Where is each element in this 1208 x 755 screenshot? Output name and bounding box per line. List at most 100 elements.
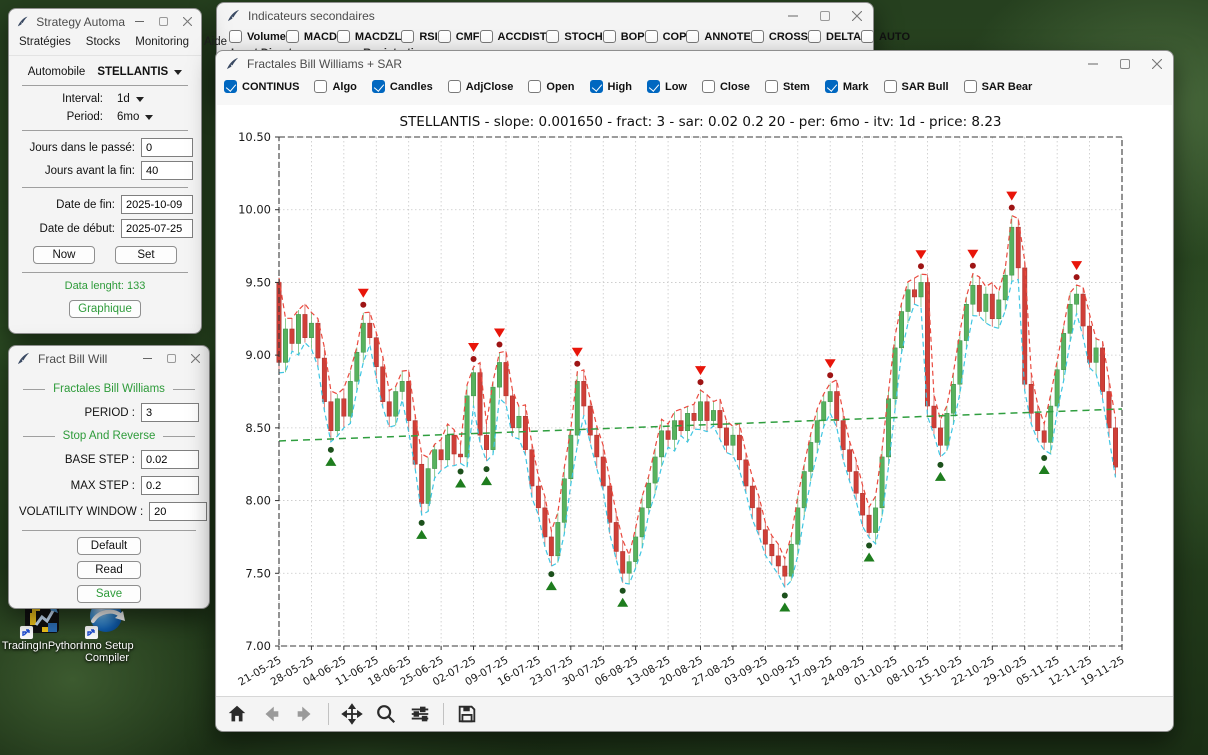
maximize-button[interactable] <box>1119 58 1131 70</box>
checkbox-annote[interactable]: ANNOTE <box>686 30 750 43</box>
menu-stocks[interactable]: Stocks <box>86 36 121 48</box>
chart-titlebar[interactable]: Fractales Bill Williams + SAR <box>216 51 1173 76</box>
checkbox-auto[interactable]: AUTO <box>861 30 910 43</box>
checkbox-adjclose[interactable]: AdjClose <box>448 80 514 93</box>
checkbox-icon[interactable] <box>229 30 242 43</box>
checkbox-icon[interactable] <box>438 30 451 43</box>
maximize-button[interactable] <box>157 16 169 28</box>
checkbox-volume[interactable]: Volume <box>229 30 286 43</box>
checkbox-icon[interactable] <box>825 80 838 93</box>
graphique-button[interactable]: Graphique <box>69 300 141 318</box>
checkbox-icon[interactable] <box>645 30 658 43</box>
checkbox-icon[interactable] <box>861 30 874 43</box>
checkbox-icon[interactable] <box>808 30 821 43</box>
home-icon[interactable] <box>224 701 250 727</box>
minimize-button[interactable] <box>787 10 799 22</box>
minimize-button[interactable] <box>1087 58 1099 70</box>
close-button[interactable] <box>181 16 193 28</box>
max-step-input[interactable] <box>141 476 199 495</box>
date-debut-label: Date de début: <box>17 223 121 235</box>
checkbox-macdzl[interactable]: MACDZL <box>337 30 401 43</box>
minimize-button[interactable] <box>141 353 153 365</box>
jours-passe-input[interactable] <box>141 138 193 157</box>
checkbox-icon[interactable] <box>314 80 327 93</box>
checkbox-cmf[interactable]: CMF <box>438 30 480 43</box>
save-button[interactable]: Save <box>77 585 141 603</box>
base-step-input[interactable] <box>141 450 199 469</box>
maximize-button[interactable] <box>165 353 177 365</box>
pan-icon[interactable] <box>339 701 365 727</box>
shortcut-arrow-icon <box>85 626 98 639</box>
interval-dropdown[interactable]: 1d <box>117 93 193 105</box>
checkbox-icon[interactable] <box>448 80 461 93</box>
checkbox-open[interactable]: Open <box>528 80 574 93</box>
checkbox-icon[interactable] <box>647 80 660 93</box>
checkbox-icon[interactable] <box>686 30 699 43</box>
checkbox-sar-bull[interactable]: SAR Bull <box>884 80 949 93</box>
checkbox-icon[interactable] <box>590 80 603 93</box>
checkbox-macd[interactable]: MACD <box>286 30 337 43</box>
now-button[interactable]: Now <box>33 246 95 264</box>
period-dropdown[interactable]: 6mo <box>117 111 193 123</box>
checkbox-mark[interactable]: Mark <box>825 80 869 93</box>
checkbox-candles[interactable]: Candles <box>372 80 433 93</box>
checkbox-icon[interactable] <box>401 30 414 43</box>
strategy-titlebar[interactable]: Strategy Automat... <box>9 9 201 34</box>
minimize-button[interactable] <box>133 16 145 28</box>
checkbox-icon[interactable] <box>286 30 299 43</box>
checkbox-stoch[interactable]: STOCH <box>546 30 602 43</box>
read-button[interactable]: Read <box>77 561 141 579</box>
checkbox-icon[interactable] <box>702 80 715 93</box>
fract-titlebar[interactable]: Fract Bill Will <box>9 346 209 371</box>
date-fin-input[interactable] <box>121 195 193 214</box>
checkbox-icon[interactable] <box>603 30 616 43</box>
close-button[interactable] <box>1151 58 1163 70</box>
checkbox-icon[interactable] <box>480 30 493 43</box>
set-button[interactable]: Set <box>115 246 177 264</box>
close-button[interactable] <box>189 353 201 365</box>
menu-monitoring[interactable]: Monitoring <box>135 36 189 48</box>
checkbox-icon[interactable] <box>337 30 350 43</box>
checkbox-rsi[interactable]: RSI <box>401 30 437 43</box>
checkbox-continus[interactable]: CONTINUS <box>224 80 299 93</box>
checkbox-delta[interactable]: DELTA <box>808 30 861 43</box>
fract-period-input[interactable] <box>141 403 199 422</box>
chart-canvas[interactable]: STELLANTIS - slope: 0.001650 - fract: 3 … <box>217 105 1172 697</box>
date-debut-input[interactable] <box>121 219 193 238</box>
checkbox-icon[interactable] <box>751 30 764 43</box>
interval-label: Interval: <box>17 93 117 105</box>
checkbox-stem[interactable]: Stem <box>765 80 810 93</box>
forward-icon[interactable] <box>292 701 318 727</box>
checkbox-sar-bear[interactable]: SAR Bear <box>964 80 1033 93</box>
sliders-icon[interactable] <box>407 701 433 727</box>
indicators-titlebar[interactable]: Indicateurs secondaires <box>217 3 873 28</box>
checkbox-icon[interactable] <box>964 80 977 93</box>
checkbox-icon[interactable] <box>224 80 237 93</box>
jours-fin-input[interactable] <box>141 161 193 180</box>
back-icon[interactable] <box>258 701 284 727</box>
checkbox-accdist[interactable]: ACCDIST <box>480 30 547 43</box>
checkbox-icon[interactable] <box>765 80 778 93</box>
save-icon[interactable] <box>454 701 480 727</box>
checkbox-icon[interactable] <box>884 80 897 93</box>
chart-figure: STELLANTIS - slope: 0.001650 - fract: 3 … <box>217 105 1172 697</box>
zoom-icon[interactable] <box>373 701 399 727</box>
maximize-button[interactable] <box>819 10 831 22</box>
menu-aide[interactable]: Aide <box>204 36 227 48</box>
default-button[interactable]: Default <box>77 537 141 555</box>
checkbox-algo[interactable]: Algo <box>314 80 356 93</box>
checkbox-icon[interactable] <box>372 80 385 93</box>
checkbox-icon[interactable] <box>546 30 559 43</box>
checkbox-close[interactable]: Close <box>702 80 750 93</box>
checkbox-low[interactable]: Low <box>647 80 687 93</box>
checkbox-cross[interactable]: CROSS <box>751 30 808 43</box>
menu-stratégies[interactable]: Stratégies <box>19 36 71 48</box>
automobile-dropdown[interactable]: STELLANTIS <box>97 66 182 78</box>
volatility-window-input[interactable] <box>149 502 207 521</box>
checkbox-label: DELTA <box>826 31 861 43</box>
checkbox-high[interactable]: High <box>590 80 632 93</box>
checkbox-cop[interactable]: COP <box>645 30 687 43</box>
close-button[interactable] <box>851 10 863 22</box>
checkbox-icon[interactable] <box>528 80 541 93</box>
checkbox-bop[interactable]: BOP <box>603 30 645 43</box>
